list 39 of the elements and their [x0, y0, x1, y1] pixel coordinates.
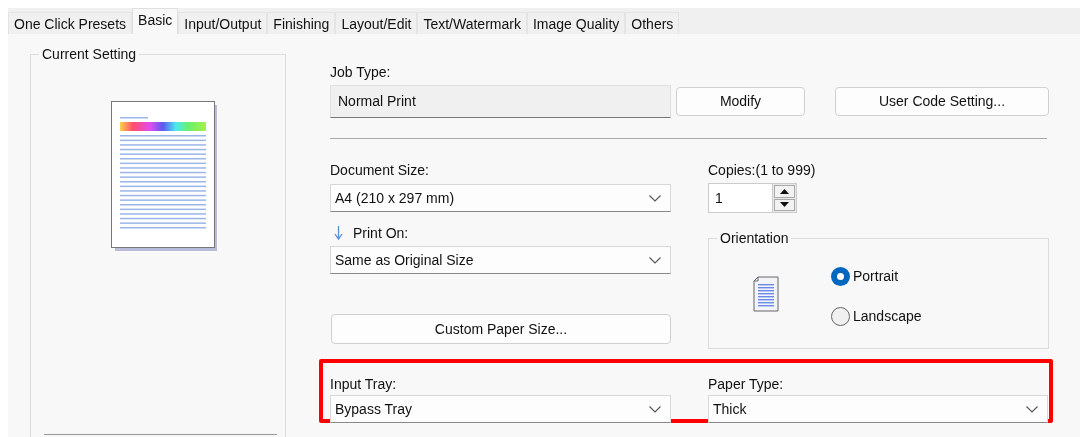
radio-button[interactable]: [831, 307, 850, 326]
chevron-down-icon: [649, 194, 661, 202]
chevron-down-icon: [649, 256, 661, 264]
up-triangle-icon: [780, 188, 789, 194]
tab[interactable]: Finishing: [267, 12, 336, 34]
spin-up-button[interactable]: [774, 185, 795, 198]
field-label: Copies:(1 to 999): [708, 161, 817, 179]
field-label: Paper Type:: [708, 375, 785, 393]
chevron-down-icon: [1026, 405, 1038, 413]
user-code-setting-button[interactable]: User Code Setting...: [835, 87, 1049, 116]
down-triangle-icon: [780, 202, 789, 208]
chevron-down-icon: [649, 405, 661, 413]
radio-option[interactable]: Landscape: [831, 306, 922, 327]
field-label: Job Type:: [330, 63, 392, 81]
spin-down-button[interactable]: [774, 198, 795, 211]
tab[interactable]: Others: [625, 12, 680, 34]
tab[interactable]: Input/Output: [178, 12, 268, 34]
tab[interactable]: One Click Presets: [8, 12, 133, 34]
tab[interactable]: Basic: [132, 8, 179, 34]
radio-option[interactable]: Portrait: [831, 266, 922, 287]
field-label: Input Tray:: [330, 375, 398, 393]
custom-paper-size-button[interactable]: Custom Paper Size...: [331, 314, 671, 344]
page-preview-icon: [111, 101, 218, 252]
group-title: Current Setting: [39, 45, 140, 63]
field-label: Print On:: [353, 224, 409, 242]
dropdown[interactable]: A4 (210 x 297 mm): [330, 184, 671, 212]
tab[interactable]: Image Quality: [526, 12, 626, 34]
portrait-page-icon: [752, 275, 780, 312]
radio-button[interactable]: [831, 267, 850, 286]
job-type-field: Normal Print: [330, 85, 671, 118]
tab[interactable]: Text/Watermark: [417, 12, 527, 34]
field-label: Document Size:: [330, 161, 430, 179]
copies-field[interactable]: 1: [708, 183, 772, 213]
modify-button[interactable]: Modify: [676, 87, 805, 116]
dropdown[interactable]: Bypass Tray: [330, 395, 671, 423]
dropdown[interactable]: Same as Original Size: [330, 246, 671, 274]
dropdown[interactable]: Thick: [708, 395, 1048, 423]
arrow-down-icon: [334, 225, 343, 241]
tab[interactable]: Layout/Edit: [335, 12, 418, 34]
